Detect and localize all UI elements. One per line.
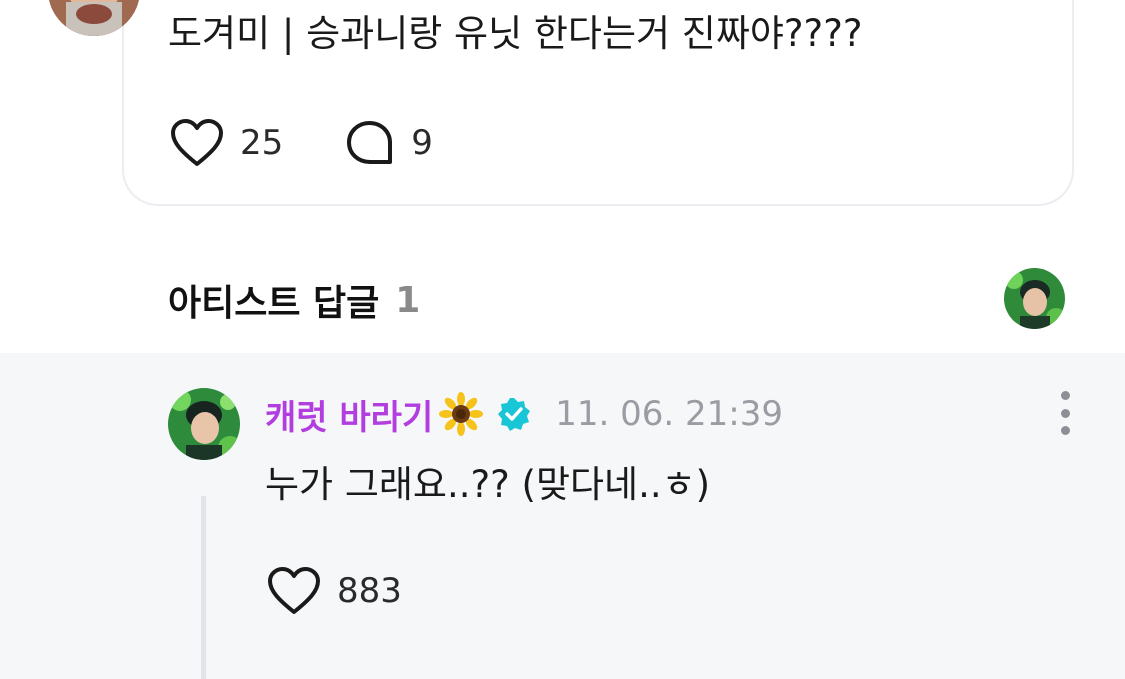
heart-outline-icon: [171, 119, 223, 166]
reply-like-button[interactable]: 883: [267, 566, 402, 616]
artist-avatar-small[interactable]: [1004, 268, 1065, 329]
post-text: 도겨미 | 승과니랑 유닛 한다는거 진짜야????: [168, 12, 863, 55]
more-options-button[interactable]: [1048, 391, 1082, 435]
verified-badge-icon: [498, 398, 531, 431]
comment-screen: 도겨미 | 승과니랑 유닛 한다는거 진짜야???? 25 9 아티스트 답글 …: [0, 0, 1125, 679]
sunflower-icon: [439, 392, 484, 436]
post-like-count: 25: [240, 123, 284, 163]
post-comment-count: 9: [411, 123, 433, 163]
reply-timestamp: 11. 06. 21:39: [555, 394, 783, 434]
post-comment-button[interactable]: 9: [345, 118, 433, 168]
reply-meta: 캐럿 바라기 11. 06. 21:39: [265, 389, 783, 439]
reply-text: 누가 그래요..?? (맞다네..ㅎ): [265, 463, 711, 506]
section-count: 1: [395, 279, 421, 321]
post-actions: 25 9: [170, 115, 433, 171]
vertical-ellipsis-icon: [1060, 391, 1070, 400]
reply-author-name[interactable]: 캐럿 바라기: [265, 390, 433, 439]
heart-outline-icon: [268, 567, 320, 614]
reply-like-count: 883: [337, 571, 402, 611]
thread-line: [201, 496, 206, 679]
reply-actions: 883: [267, 563, 402, 619]
artist-replies-header: 아티스트 답글 1: [168, 270, 420, 330]
speech-bubble-icon: [347, 121, 393, 164]
post-like-button[interactable]: 25: [170, 118, 283, 168]
section-title: 아티스트 답글: [168, 283, 380, 324]
artist-reply: 캐럿 바라기 11. 06. 21:39 누가 그래요..?? (맞다네..ㅎ)…: [0, 353, 1125, 679]
artist-avatar[interactable]: [168, 388, 240, 460]
